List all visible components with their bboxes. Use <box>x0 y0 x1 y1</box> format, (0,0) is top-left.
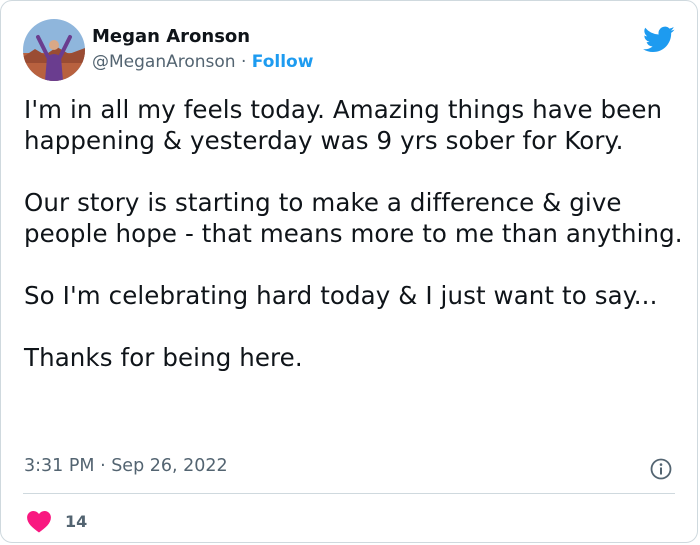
heart-icon[interactable] <box>26 509 52 533</box>
avatar[interactable] <box>23 19 85 81</box>
like-action[interactable]: 14 <box>26 506 87 536</box>
tweet-timestamp[interactable]: 3:31 PM · Sep 26, 2022 <box>24 456 228 476</box>
author-name[interactable]: Megan Aronson <box>92 25 313 49</box>
avatar-image <box>23 19 85 81</box>
author-handle[interactable]: @MeganAronson <box>92 52 236 72</box>
handle-line: @MeganAronson · Follow <box>92 49 313 75</box>
author-info: Megan Aronson @MeganAronson · Follow <box>92 25 313 75</box>
info-icon[interactable] <box>649 457 673 481</box>
tweet-card: Megan Aronson @MeganAronson · Follow I'm… <box>0 0 698 543</box>
tweet-paragraph: Thanks for being here. <box>24 343 303 372</box>
tweet-header: Megan Aronson @MeganAronson · Follow <box>23 19 675 83</box>
handle-separator: · <box>240 52 247 72</box>
tweet-paragraph: So I'm celebrating hard today & I just w… <box>24 281 658 310</box>
twitter-bird-icon[interactable] <box>643 23 675 55</box>
tweet-text: I'm in all my feels today. Amazing thing… <box>24 94 684 373</box>
tweet-paragraph: I'm in all my feels today. Amazing thing… <box>24 95 663 155</box>
like-count: 14 <box>65 511 88 531</box>
divider <box>23 493 675 494</box>
follow-button[interactable]: Follow <box>252 52 314 72</box>
tweet-paragraph: Our story is starting to make a differen… <box>24 188 683 248</box>
